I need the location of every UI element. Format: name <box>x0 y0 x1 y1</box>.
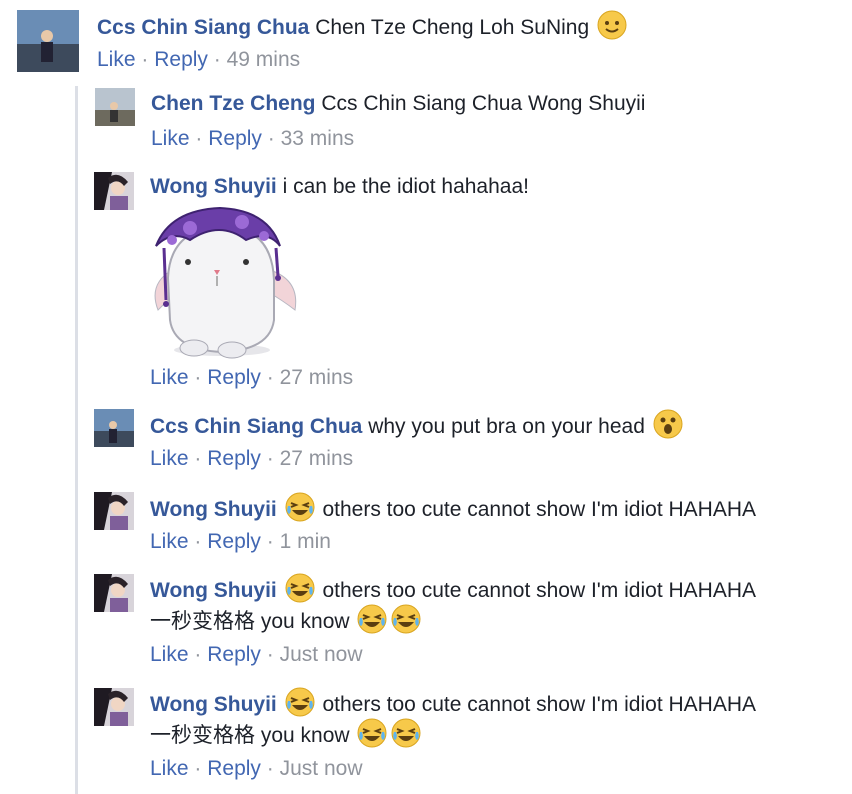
timestamp[interactable]: 49 mins <box>227 48 301 71</box>
reply-thread-line <box>75 86 78 794</box>
timestamp[interactable]: Just now <box>280 643 363 666</box>
reply-button[interactable]: Reply <box>207 447 261 470</box>
laughing-tears-emoji-icon <box>285 573 315 603</box>
separator: · <box>194 366 202 389</box>
separator: · <box>194 643 202 666</box>
reply-button[interactable]: Reply <box>208 127 262 150</box>
laughing-tears-emoji-icon <box>285 687 315 717</box>
comment-text: i can be the idiot hahahaa! <box>282 175 529 198</box>
comment-author[interactable]: Ccs Chin Siang Chua <box>97 16 309 39</box>
comment-author[interactable]: Chen Tze Cheng <box>151 92 316 115</box>
like-button[interactable]: Like <box>150 757 189 780</box>
comment-text: Ccs Chin Siang Chua Wong Shuyii <box>321 92 646 115</box>
laughing-tears-emoji-icon <box>357 604 387 634</box>
separator: · <box>194 447 202 470</box>
separator: · <box>266 447 274 470</box>
like-button[interactable]: Like <box>150 643 189 666</box>
avatar[interactable] <box>94 409 134 447</box>
like-button[interactable]: Like <box>150 530 189 553</box>
reply-button[interactable]: Reply <box>207 366 261 389</box>
comment-text-line-2: 一秒变格格 you know <box>150 610 350 633</box>
reply-button[interactable]: Reply <box>207 757 261 780</box>
like-button[interactable]: Like <box>97 48 136 71</box>
separator: · <box>195 127 203 150</box>
like-button[interactable]: Like <box>151 127 190 150</box>
comment-text: others too cute cannot show I'm idiot HA… <box>322 579 757 602</box>
smile-emoji-icon <box>597 10 627 40</box>
comment-author[interactable]: Ccs Chin Siang Chua <box>150 415 362 438</box>
timestamp[interactable]: 1 min <box>280 530 331 553</box>
bunny-sticker-icon[interactable] <box>150 200 300 360</box>
timestamp[interactable]: 27 mins <box>280 366 354 389</box>
separator: · <box>266 366 274 389</box>
comment-author[interactable]: Wong Shuyii <box>150 693 277 716</box>
separator: · <box>194 757 202 780</box>
wow-emoji-icon <box>653 409 683 439</box>
laughing-tears-emoji-icon <box>285 492 315 522</box>
like-button[interactable]: Like <box>150 366 189 389</box>
reply-button[interactable]: Reply <box>207 643 261 666</box>
avatar[interactable] <box>95 88 135 126</box>
avatar[interactable] <box>94 688 134 726</box>
avatar[interactable] <box>94 492 134 530</box>
timestamp[interactable]: Just now <box>280 757 363 780</box>
laughing-tears-emoji-icon <box>391 718 421 748</box>
separator: · <box>141 48 149 71</box>
laughing-tears-emoji-icon <box>391 604 421 634</box>
separator: · <box>266 530 274 553</box>
reply-button[interactable]: Reply <box>207 530 261 553</box>
comment-author[interactable]: Wong Shuyii <box>150 579 277 602</box>
comment-author[interactable]: Wong Shuyii <box>150 498 277 521</box>
comment-text: Chen Tze Cheng Loh SuNing <box>315 16 590 39</box>
separator: · <box>266 643 274 666</box>
comment-text: others too cute cannot show I'm idiot HA… <box>322 693 757 716</box>
like-button[interactable]: Like <box>150 447 189 470</box>
laughing-tears-emoji-icon <box>357 718 387 748</box>
timestamp[interactable]: 33 mins <box>281 127 355 150</box>
separator: · <box>266 757 274 780</box>
separator: · <box>267 127 275 150</box>
comment-text: why you put bra on your head <box>368 415 645 438</box>
avatar[interactable] <box>94 574 134 612</box>
comment-text-line-2: 一秒变格格 you know <box>150 724 350 747</box>
comment-text: others too cute cannot show I'm idiot HA… <box>322 498 757 521</box>
separator: · <box>213 48 221 71</box>
timestamp[interactable]: 27 mins <box>280 447 354 470</box>
separator: · <box>194 530 202 553</box>
avatar[interactable] <box>94 172 134 210</box>
reply-button[interactable]: Reply <box>154 48 208 71</box>
avatar[interactable] <box>17 10 79 72</box>
comment-author[interactable]: Wong Shuyii <box>150 175 277 198</box>
